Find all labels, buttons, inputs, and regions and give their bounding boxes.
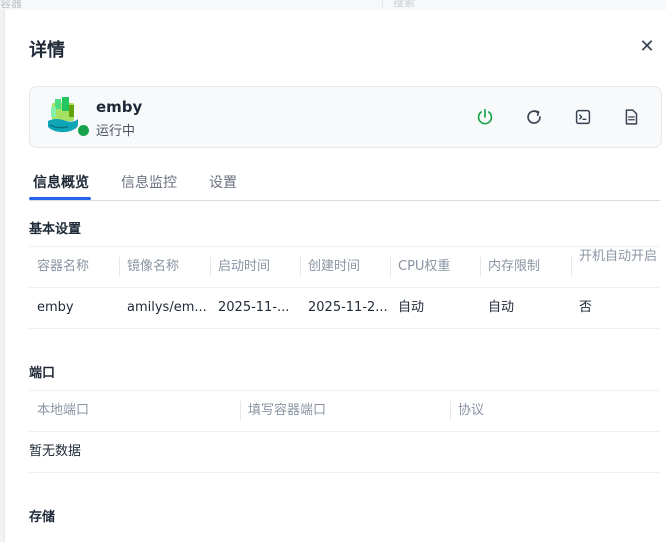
column-header: 创建时间 [299,247,360,287]
table-cell: 否 [579,300,593,315]
ports-title: 端口 [29,366,56,381]
terminal-icon [575,109,591,125]
column-header: 启动时间 [209,247,270,287]
drawer-title: 详情 [29,40,65,61]
storage-title: 存储 [29,510,56,525]
close-button[interactable]: ✕ [637,37,657,57]
basic-settings-title: 基本设置 [29,222,82,237]
power-button[interactable] [474,106,496,128]
restart-button[interactable] [523,106,545,128]
restart-icon [527,110,541,124]
background-search-input: 搜索 [382,0,666,9]
table-header: 本地端口 填写容器端口 协议 [29,390,660,432]
column-header: 填写容器端口 [239,391,326,431]
tab-overview[interactable]: 信息概览 [33,172,89,192]
container-name: emby [96,98,143,116]
power-icon [477,108,493,125]
column-header: 容器名称 [37,259,90,274]
column-header: 本地端口 [37,403,90,418]
column-header: 内存限制 [479,247,540,287]
background-search-placeholder: 搜索 [393,0,415,9]
table-cell: 自动 [398,300,425,315]
empty-state-text: 暂无数据 [29,432,660,473]
ports-table: 本地端口 填写容器端口 协议 暂无数据 [29,390,660,473]
table-row: emby amilys/em... 2025-11-... 2025-11-2.… [29,288,660,329]
detail-drawer: 详情 ✕ emby 运行中 信息概览 信息监控 设置 基本设置 容器名称 镜像名… [5,10,666,542]
basic-settings-table: 容器名称 镜像名称 启动时间 创建时间 CPU权重 内存限制 开机自动开启 em… [29,246,660,329]
tab-settings[interactable]: 设置 [209,172,237,192]
column-header: 协议 [449,391,484,431]
table-cell: 2025-11-... [218,300,290,315]
close-icon: ✕ [639,36,655,57]
active-tab-indicator [29,197,91,200]
terminal-button[interactable] [572,106,594,128]
column-header: CPU权重 [389,247,450,287]
container-status-text: 运行中 [96,124,136,139]
tab-monitoring[interactable]: 信息监控 [121,172,177,192]
emby-app-icon [46,97,80,135]
running-status-dot [76,123,91,138]
table-cell: 2025-11-2... [308,300,388,315]
log-icon [625,109,638,125]
table-cell: emby [37,300,74,315]
table-cell: 自动 [488,300,515,315]
log-button[interactable] [620,106,642,128]
detail-tabs: 信息概览 信息监控 设置 [29,172,660,201]
table-cell: amilys/em... [127,300,207,315]
column-header: 镜像名称 [118,247,179,287]
container-summary-card: emby 运行中 [29,86,662,148]
table-header: 容器名称 镜像名称 启动时间 创建时间 CPU权重 内存限制 开机自动开启 [29,246,660,288]
column-header: 开机自动开启 [571,247,659,287]
